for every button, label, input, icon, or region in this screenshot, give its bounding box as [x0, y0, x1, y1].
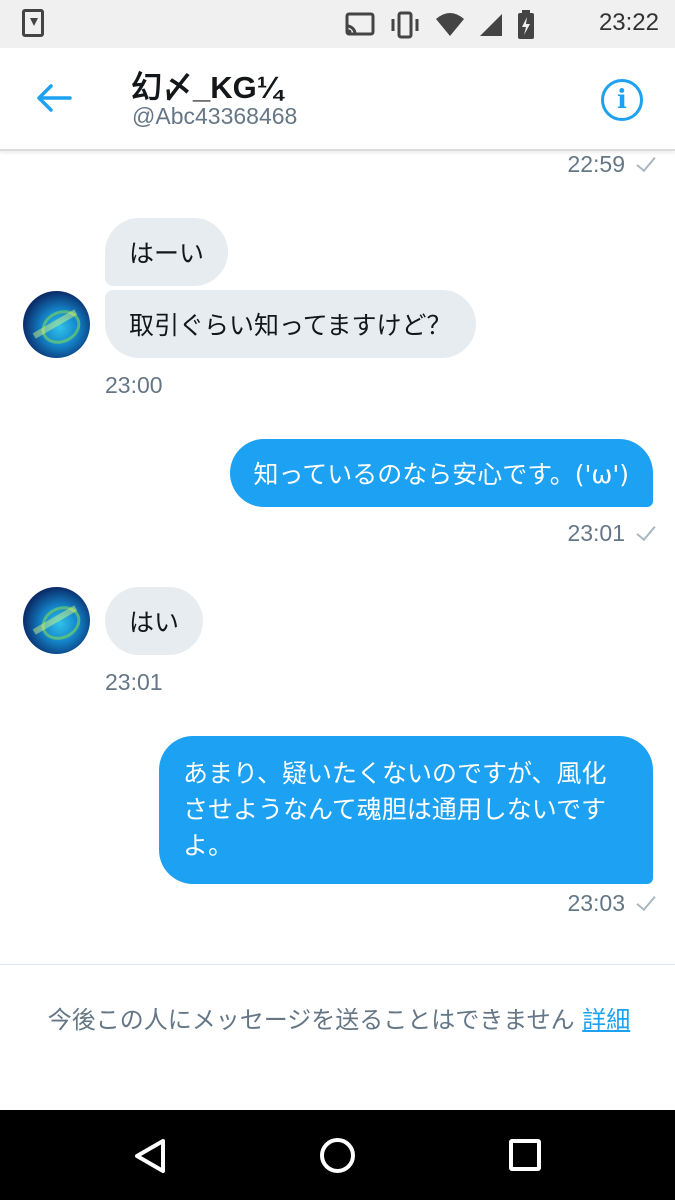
arrow-left-icon	[37, 84, 72, 112]
message-timestamp: 22:59	[567, 151, 656, 178]
outgoing-message-bubble[interactable]: あまり、疑いたくないのですが、風化させようなんて魂胆は通用しないですよ。	[159, 736, 653, 884]
cannot-message-notice: 今後この人にメッセージを送ることはできません 詳細	[24, 1002, 654, 1038]
conversation-name: 幻〆_KG¼	[131, 70, 283, 105]
info-icon: i	[617, 85, 627, 115]
info-button[interactable]: i	[601, 79, 643, 121]
nav-recents-icon[interactable]	[509, 1139, 541, 1171]
message-text: 取引ぐらい知ってますけど？	[129, 311, 452, 340]
incoming-message-bubble[interactable]: 取引ぐらい知ってますけど？	[105, 290, 476, 358]
message-text: 知っているのなら安心です。('ω')	[253, 460, 629, 489]
divider	[0, 964, 675, 965]
message-text: はーい	[129, 239, 205, 268]
timestamp-text: 23:03	[567, 890, 625, 916]
check-icon	[636, 151, 656, 172]
message-text: あまり、疑いたくないのですが、風化させようなんて魂胆は通用しないですよ。	[183, 759, 607, 860]
message-timestamp: 23:01	[567, 520, 656, 547]
timestamp-text: 22:59	[567, 151, 625, 177]
signal-icon	[480, 14, 502, 36]
message-timestamp: 23:00	[105, 372, 163, 398]
notice-text: 今後この人にメッセージを送ることはできません	[47, 1006, 583, 1034]
outgoing-message-bubble[interactable]: 知っているのなら安心です。('ω')	[229, 439, 653, 507]
download-notification-icon	[22, 9, 44, 37]
nav-back-icon[interactable]	[133, 1138, 167, 1174]
wifi-icon	[436, 13, 464, 36]
cast-icon	[345, 12, 375, 36]
conversation-handle: @Abc43368468	[132, 103, 298, 129]
conversation-header: 幻〆_KG¼ @Abc43368468 i	[0, 48, 675, 151]
details-link[interactable]: 詳細	[582, 1006, 630, 1034]
avatar[interactable]	[23, 587, 90, 654]
check-icon	[636, 890, 656, 911]
nav-home-icon[interactable]	[320, 1138, 355, 1173]
back-button[interactable]	[34, 78, 74, 118]
check-icon	[636, 520, 656, 541]
battery-icon	[518, 10, 534, 39]
avatar[interactable]	[23, 291, 90, 358]
message-timestamp: 23:01	[105, 669, 163, 695]
status-time: 23:22	[598, 9, 659, 36]
incoming-message-bubble[interactable]: はい	[105, 587, 204, 655]
timestamp-text: 23:01	[567, 520, 625, 546]
message-timestamp: 23:03	[567, 890, 656, 917]
status-bar: 23:22	[0, 0, 675, 48]
status-icons	[345, 10, 535, 40]
system-navigation-bar	[0, 1110, 675, 1200]
incoming-message-bubble[interactable]: はーい	[105, 218, 229, 286]
message-text: はい	[129, 608, 180, 637]
vibrate-icon	[391, 11, 419, 39]
